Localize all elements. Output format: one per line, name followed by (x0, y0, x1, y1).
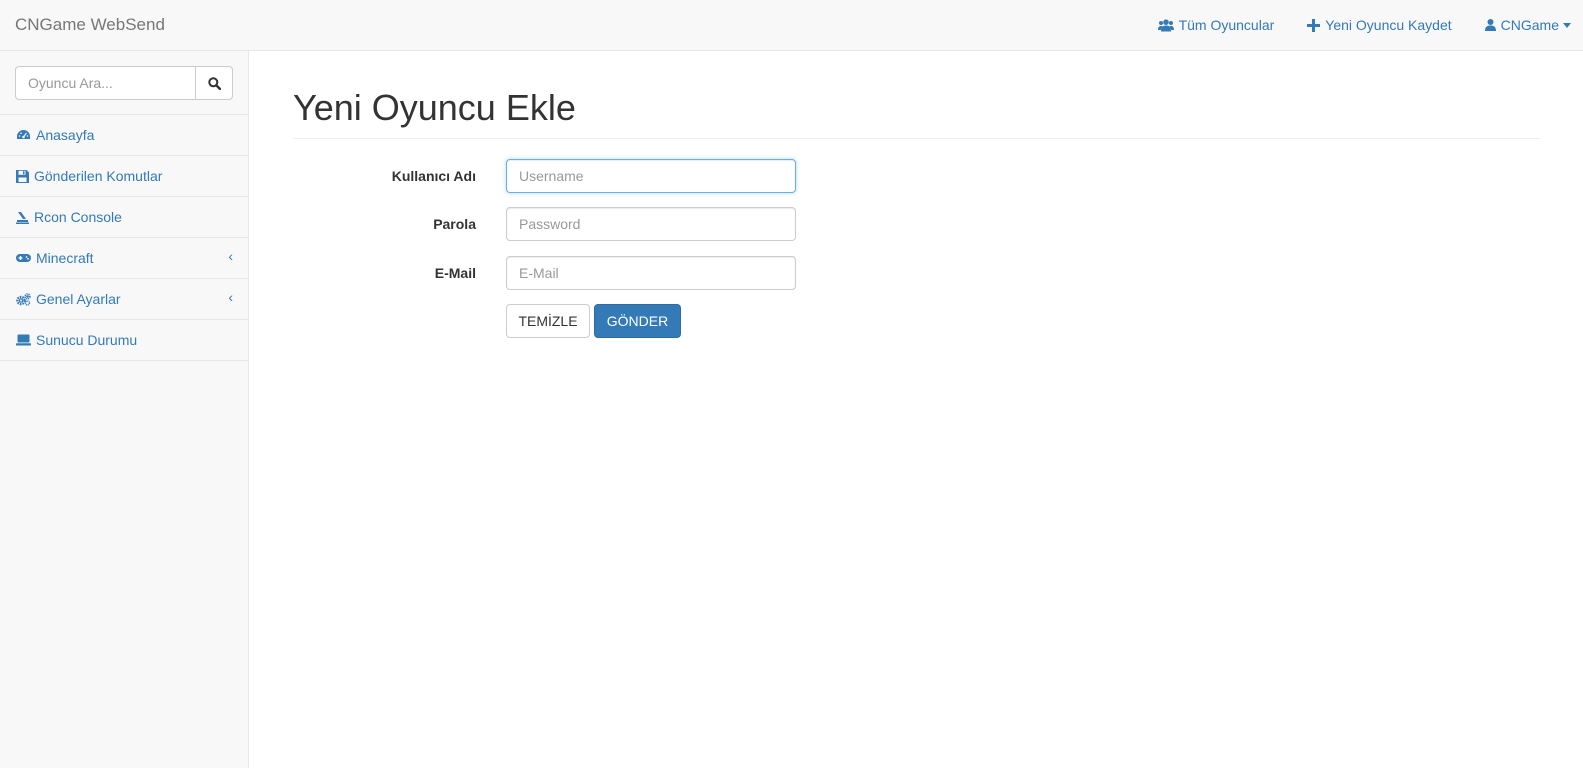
gamepad-icon (16, 254, 31, 262)
sidebar-item-label: Rcon Console (34, 209, 122, 225)
email-row: E-Mail (293, 256, 1393, 290)
nav-all-players-label: Tüm Oyuncular (1178, 17, 1275, 33)
cogs-icon (16, 292, 31, 306)
submit-button[interactable]: GÖNDER (594, 304, 681, 338)
chevron-left-icon: ‹ (228, 248, 233, 264)
sidebar-item-anasayfa[interactable]: Anasayfa (0, 115, 248, 156)
sidebar-item-rcon-console[interactable]: Rcon Console (0, 197, 248, 238)
sidebar-item-label: Anasayfa (36, 127, 95, 143)
plus-icon (1307, 18, 1321, 32)
nav-all-players-link[interactable]: Tüm Oyuncular (1157, 15, 1275, 35)
password-row: Parola (293, 207, 1393, 241)
password-label: Parola (433, 216, 476, 232)
users-icon (1157, 18, 1174, 31)
nav-new-player-label: Yeni Oyuncu Kaydet (1325, 17, 1452, 33)
user-menu-label: CNGame (1500, 17, 1559, 33)
chevron-left-icon: ‹ (228, 289, 233, 305)
page-title: Yeni Oyuncu Ekle (293, 87, 1540, 139)
nav-new-player-link[interactable]: Yeni Oyuncu Kaydet (1307, 15, 1452, 35)
email-input[interactable] (506, 256, 796, 290)
dashboard-icon (17, 130, 30, 139)
top-navbar: CNGame WebSend Tüm Oyuncular Yeni Oyuncu… (0, 0, 1583, 51)
caret-down-icon (1563, 22, 1571, 28)
sidebar-item-label: Gönderilen Komutlar (34, 168, 163, 184)
sidebar-item-general-settings[interactable]: Genel Ayarlar ‹ (0, 279, 248, 320)
sidebar-search (0, 51, 248, 115)
sidebar-item-sent-commands[interactable]: Gönderilen Komutlar (0, 156, 248, 197)
password-input[interactable] (506, 207, 796, 241)
terminal-icon (16, 211, 29, 224)
sidebar-item-label: Sunucu Durumu (36, 332, 138, 348)
sidebar-item-minecraft[interactable]: Minecraft ‹ (0, 238, 248, 279)
user-menu-dropdown[interactable]: CNGame (1484, 15, 1571, 35)
brand-title[interactable]: CNGame WebSend (15, 15, 165, 35)
player-search-input[interactable] (15, 66, 195, 100)
email-label: E-Mail (434, 265, 476, 281)
laptop-icon (16, 334, 31, 346)
navbar-links: Tüm Oyuncular Yeni Oyuncu Kaydet CNGame (1125, 0, 1571, 50)
sidebar-item-server-status[interactable]: Sunucu Durumu (0, 320, 248, 361)
sidebar-item-label: Genel Ayarlar (36, 291, 121, 307)
clear-button[interactable]: TEMİZLE (506, 304, 590, 338)
username-input[interactable] (506, 159, 796, 193)
main-content: Yeni Oyuncu Ekle Kullanıcı Adı Parola E-… (249, 51, 1583, 768)
form-actions: TEMİZLE GÖNDER (293, 304, 1393, 338)
search-icon (207, 76, 221, 90)
sidebar: Anasayfa Gönderilen Komutlar Rcon Consol… (0, 51, 249, 768)
user-icon (1484, 19, 1496, 31)
username-row: Kullanıcı Adı (293, 159, 1393, 193)
search-button[interactable] (195, 66, 233, 100)
floppy-disk-icon (16, 169, 29, 183)
sidebar-item-label: Minecraft (36, 250, 94, 266)
username-label: Kullanıcı Adı (391, 168, 476, 184)
